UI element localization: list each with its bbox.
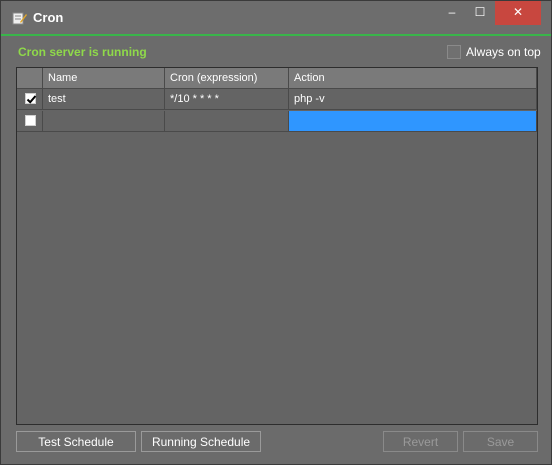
cron-window: Cron – ☐ ✕ Cron server is running Always… [0, 0, 552, 465]
cell-name[interactable]: test [43, 89, 165, 110]
save-button[interactable]: Save [463, 431, 538, 452]
minimize-button[interactable]: – [439, 1, 465, 25]
grid-header: Name Cron (expression) Action [17, 68, 537, 90]
test-schedule-button[interactable]: Test Schedule [16, 431, 136, 452]
table-row[interactable]: test */10 * * * * php -v [17, 89, 537, 111]
app-icon [12, 12, 27, 25]
title-bar[interactable]: Cron – ☐ ✕ [1, 1, 551, 36]
header-action[interactable]: Action [289, 68, 537, 89]
window-title: Cron [33, 10, 64, 25]
server-status: Cron server is running [18, 45, 147, 59]
cell-cron[interactable]: */10 * * * * [165, 89, 289, 110]
cell-action-selected[interactable] [289, 111, 537, 132]
header-cron[interactable]: Cron (expression) [165, 68, 289, 89]
row-check-cell[interactable] [17, 111, 43, 132]
close-button[interactable]: ✕ [495, 1, 541, 25]
row-check-cell[interactable] [17, 89, 43, 110]
cell-action[interactable]: php -v [289, 89, 537, 110]
row-checkbox-unchecked[interactable] [25, 115, 36, 126]
header-check-column [17, 68, 43, 89]
row-checkbox-checked[interactable] [25, 93, 37, 104]
table-row[interactable] [17, 111, 537, 133]
revert-button[interactable]: Revert [383, 431, 458, 452]
running-schedule-button[interactable]: Running Schedule [141, 431, 261, 452]
maximize-button[interactable]: ☐ [467, 1, 493, 25]
always-on-top-label: Always on top [466, 45, 541, 59]
cell-cron[interactable] [165, 111, 289, 132]
header-name[interactable]: Name [43, 68, 165, 89]
cell-name[interactable] [43, 111, 165, 132]
checkmark-icon [26, 95, 37, 104]
cron-grid[interactable]: Name Cron (expression) Action test */10 … [16, 67, 538, 425]
always-on-top-box[interactable] [447, 45, 461, 59]
